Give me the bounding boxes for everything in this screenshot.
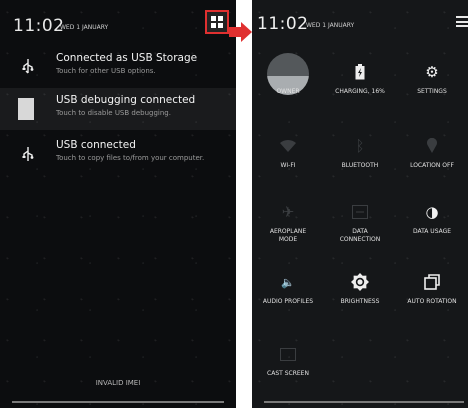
tile-label: CHARGING, 16% (335, 88, 385, 95)
notification-usb-storage[interactable]: Connected as USB Storage Touch for other… (0, 46, 236, 86)
tile-settings[interactable]: ⚙ SETTINGS (396, 48, 468, 114)
usb-icon (10, 48, 46, 84)
tile-label: DATA CONNECTION (339, 228, 381, 243)
brightness-icon (324, 270, 396, 294)
status-time: 11:02 (257, 14, 309, 34)
tile-audio-profiles[interactable]: 🔈 AUDIO PROFILES (252, 258, 324, 324)
tile-label: SETTINGS (417, 88, 447, 95)
tile-data-usage[interactable]: ◑ DATA USAGE (396, 188, 468, 254)
tile-bluetooth[interactable]: ᛒ BLUETOOTH (324, 122, 396, 188)
tile-data-connection[interactable]: DATA CONNECTION (324, 188, 396, 254)
tile-label: AUDIO PROFILES (262, 298, 314, 305)
notification-subtitle: Touch to disable USB debugging. (56, 109, 171, 117)
audio-profiles-icon: 🔈 (281, 275, 295, 289)
gear-icon: ⚙ (425, 63, 439, 81)
battery-charging-icon (324, 60, 396, 84)
data-usage-icon: ◑ (425, 203, 439, 221)
drag-handle[interactable] (264, 401, 464, 403)
notification-usb-connected[interactable]: USB connected Touch to copy files to/fro… (0, 136, 236, 176)
notification-subtitle: Touch to copy files to/from your compute… (56, 154, 205, 162)
tile-label: BLUETOOTH (341, 162, 379, 169)
annotation-arrow-stem (229, 27, 241, 37)
tile-location[interactable]: LOCATION OFF (396, 122, 468, 188)
wifi-icon (252, 134, 324, 158)
tile-label: AUTO ROTATION (407, 298, 457, 305)
tile-label: AEROPLANE MODE (269, 228, 307, 243)
notification-subtitle: Touch for other USB options. (56, 67, 156, 75)
tile-auto-rotation[interactable]: AUTO ROTATION (396, 258, 468, 324)
list-menu-icon[interactable] (456, 16, 468, 27)
tile-owner[interactable]: OWNER (252, 48, 324, 114)
notification-title: Connected as USB Storage (56, 52, 198, 64)
usb-icon (10, 136, 46, 172)
android-debug-icon (18, 98, 34, 120)
tile-label: LOCATION OFF (410, 162, 454, 169)
status-time: 11:02 (13, 16, 65, 36)
tile-label: OWNER (276, 88, 300, 95)
notification-title: USB connected (56, 139, 136, 151)
tile-label: DATA USAGE (412, 228, 452, 235)
auto-rotation-icon (396, 270, 468, 294)
location-icon (396, 134, 468, 158)
tile-battery[interactable]: CHARGING, 16% (324, 48, 396, 114)
notification-shade-screen: 11:02 WED 1 JANUARY Connected as USB Sto… (0, 0, 236, 408)
status-date: WED 1 JANUARY (60, 24, 109, 31)
carrier-status-text: INVALID IMEI (95, 379, 141, 387)
cast-screen-icon (252, 342, 324, 366)
quick-settings-toggle-button[interactable] (205, 10, 229, 34)
annotation-arrow-icon (241, 22, 252, 42)
quick-settings-screen: 11:02 WED 1 JANUARY OWNER CHARGING, 16% … (252, 0, 468, 408)
drag-handle[interactable] (12, 401, 224, 403)
notification-usb-debugging[interactable]: USB debugging connected Touch to disable… (0, 88, 236, 130)
notification-title: USB debugging connected (56, 94, 196, 106)
tile-label: CAST SCREEN (267, 370, 309, 377)
tile-brightness[interactable]: BRIGHTNESS (324, 258, 396, 324)
bluetooth-icon: ᛒ (355, 137, 365, 155)
airplane-icon: ✈ (281, 203, 295, 221)
tile-cast-screen[interactable]: CAST SCREEN (252, 330, 324, 396)
quick-settings-grid-icon (211, 16, 223, 28)
tile-aeroplane-mode[interactable]: ✈ AEROPLANE MODE (252, 188, 324, 254)
tile-label: BRIGHTNESS (340, 298, 380, 305)
tile-wifi[interactable]: WI-FI (252, 122, 324, 188)
status-date: WED 1 JANUARY (306, 22, 355, 29)
tile-label: WI-FI (280, 162, 296, 169)
data-connection-icon (324, 200, 396, 224)
